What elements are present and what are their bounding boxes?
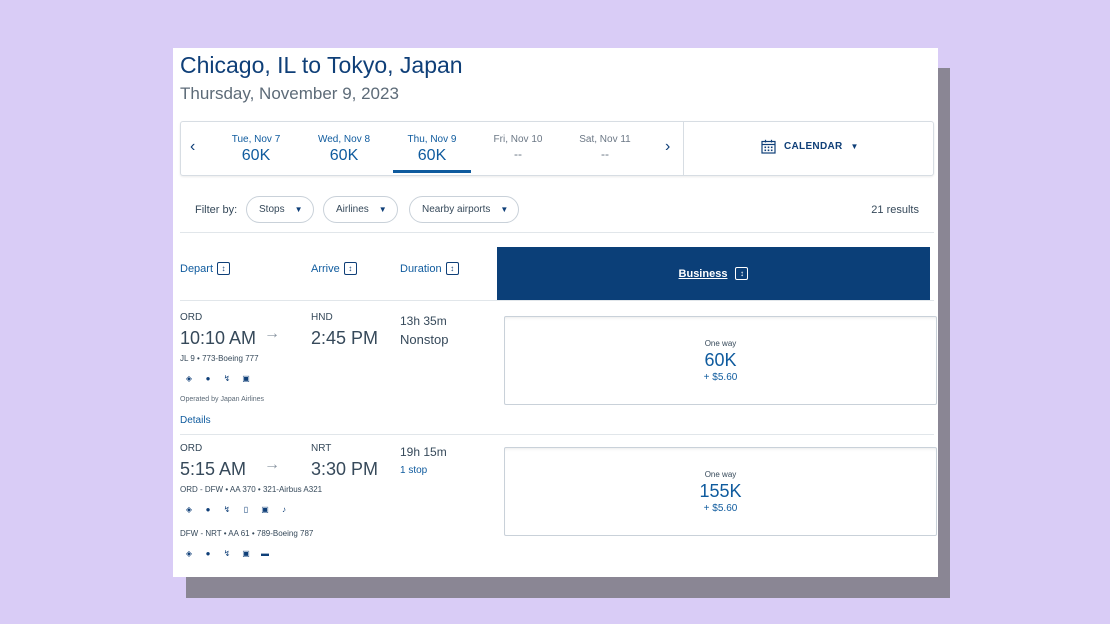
calendar-icon <box>761 139 776 154</box>
wifi-icon: ◈ <box>185 374 193 383</box>
entertainment-icon: ▣ <box>242 549 250 558</box>
segment-info: ORD - DFW • AA 370 • 321-Airbus A321 <box>180 485 323 494</box>
date-label: Wed, Nov 8 <box>317 134 371 145</box>
depart-column-label: Depart <box>180 262 214 275</box>
business-cabin-header[interactable]: Business ↕ <box>497 247 930 300</box>
lieflat-icon: ▬ <box>261 549 269 558</box>
date-price: 60K <box>417 147 447 164</box>
tv-icon: ▣ <box>261 505 269 514</box>
arrow-right-icon: → <box>264 325 280 342</box>
filter-bar: Filter by: Stops ▼ Airlines ▼ Nearby air… <box>180 196 934 226</box>
caret-down-icon: ▼ <box>378 205 387 214</box>
date-price: -- <box>514 147 522 161</box>
calendar-label: CALENDAR <box>784 141 843 152</box>
seat-icon: ● <box>205 549 211 558</box>
caret-down-icon: ▼ <box>294 205 303 214</box>
power-icon: ↯ <box>223 374 231 383</box>
depart-airport: ORD <box>180 312 203 323</box>
device-icon: ▯ <box>243 505 249 514</box>
sort-icon: ↕ <box>217 262 231 275</box>
stops-info: Nonstop <box>400 332 449 347</box>
power-icon: ↯ <box>223 505 231 514</box>
flight-duration: 19h 15m <box>400 445 447 459</box>
sort-depart[interactable]: Depart ↕ <box>180 262 231 275</box>
fare-miles: 155K <box>699 481 742 501</box>
sort-icon: ↕ <box>343 262 357 275</box>
date-option-nov-8[interactable]: Wed, Nov 8 60K <box>304 134 384 165</box>
date-label: Sat, Nov 11 <box>579 134 631 145</box>
segment-info: JL 9 • 773-Boeing 777 <box>180 354 259 363</box>
route-title: Chicago, IL to Tokyo, Japan <box>180 52 463 78</box>
depart-time: 5:15 AM <box>180 459 247 479</box>
flight-duration: 13h 35m <box>400 314 447 328</box>
seat-icon: ● <box>205 505 211 514</box>
selected-date-indicator <box>393 170 471 173</box>
arrive-airport: NRT <box>311 443 332 454</box>
depart-airport: ORD <box>180 443 203 454</box>
filter-label: Filter by: <box>195 204 238 216</box>
arrive-time: 2:45 PM <box>311 328 379 348</box>
nearby-airports-filter-label: Nearby airports <box>422 204 491 215</box>
stops-filter[interactable]: Stops ▼ <box>246 196 314 223</box>
operated-by: Operated by Japan Airlines <box>180 396 265 403</box>
business-fare-option[interactable]: One way 155K + $5.60 <box>504 447 937 536</box>
calendar-button[interactable]: CALENDAR ▼ <box>761 139 858 154</box>
divider <box>180 232 934 233</box>
travel-date: Thursday, November 9, 2023 <box>180 84 399 103</box>
depart-time: 10:10 AM <box>180 328 257 348</box>
date-option-nov-9-selected[interactable]: Thu, Nov 9 60K <box>392 134 472 173</box>
music-icon: ♪ <box>282 505 286 514</box>
date-price: 60K <box>241 147 271 164</box>
amenities: ◈ ● ↯ ▣ ▬ <box>184 549 270 558</box>
fare-miles: 60K <box>704 350 737 370</box>
airlines-filter[interactable]: Airlines ▼ <box>323 196 398 223</box>
divider <box>180 434 934 435</box>
date-price: -- <box>601 147 609 161</box>
segment-info: DFW - NRT • AA 61 • 789-Boeing 787 <box>180 529 314 538</box>
stops-filter-label: Stops <box>259 204 285 215</box>
date-option-nov-11[interactable]: Sat, Nov 11 -- <box>565 134 645 161</box>
results-count: 21 results <box>871 204 919 216</box>
date-label: Tue, Nov 7 <box>231 134 281 145</box>
caret-down-icon: ▼ <box>500 205 509 214</box>
sort-arrive[interactable]: Arrive ↕ <box>311 262 357 275</box>
chevron-left-icon[interactable]: ‹ <box>190 138 195 156</box>
business-column-label: Business <box>678 267 728 280</box>
wifi-icon: ◈ <box>185 505 193 514</box>
nearby-airports-filter[interactable]: Nearby airports ▼ <box>409 196 520 223</box>
caret-down-icon: ▼ <box>850 142 859 151</box>
sort-icon: ↕ <box>445 262 459 275</box>
details-link[interactable]: Details <box>180 415 211 426</box>
arrive-time: 3:30 PM <box>311 459 379 479</box>
entertainment-icon: ▣ <box>242 374 250 383</box>
fare-taxes: + $5.60 <box>703 372 738 383</box>
sort-icon: ↕ <box>735 267 749 280</box>
date-price: 60K <box>329 147 359 164</box>
power-icon: ↯ <box>223 549 231 558</box>
arrow-right-icon: → <box>264 456 280 473</box>
amenities: ◈ ● ↯ ▯ ▣ ♪ <box>184 505 289 514</box>
date-option-nov-7[interactable]: Tue, Nov 7 60K <box>216 134 296 165</box>
fare-type: One way <box>704 339 737 348</box>
date-label: Fri, Nov 10 <box>493 134 543 145</box>
duration-column-label: Duration <box>400 262 442 275</box>
stops-link[interactable]: 1 stop <box>400 465 427 476</box>
airlines-filter-label: Airlines <box>336 204 369 215</box>
date-label: Thu, Nov 9 <box>407 134 457 145</box>
flight-results-panel: Chicago, IL to Tokyo, Japan Thursday, No… <box>173 48 938 577</box>
arrive-column-label: Arrive <box>311 262 340 275</box>
seat-icon: ● <box>205 374 211 383</box>
wifi-icon: ◈ <box>185 549 193 558</box>
business-fare-option[interactable]: One way 60K + $5.60 <box>504 316 937 405</box>
chevron-right-icon[interactable]: › <box>665 138 670 156</box>
arrive-airport: HND <box>311 312 333 323</box>
date-selector-bar: ‹ Tue, Nov 7 60K Wed, Nov 8 60K Thu, Nov… <box>180 121 934 176</box>
amenities: ◈ ● ↯ ▣ <box>184 374 251 383</box>
divider <box>683 122 684 175</box>
divider <box>180 300 934 301</box>
sort-duration[interactable]: Duration ↕ <box>400 262 459 275</box>
fare-type: One way <box>704 470 737 479</box>
fare-taxes: + $5.60 <box>703 503 738 514</box>
date-option-nov-10[interactable]: Fri, Nov 10 -- <box>478 134 558 161</box>
